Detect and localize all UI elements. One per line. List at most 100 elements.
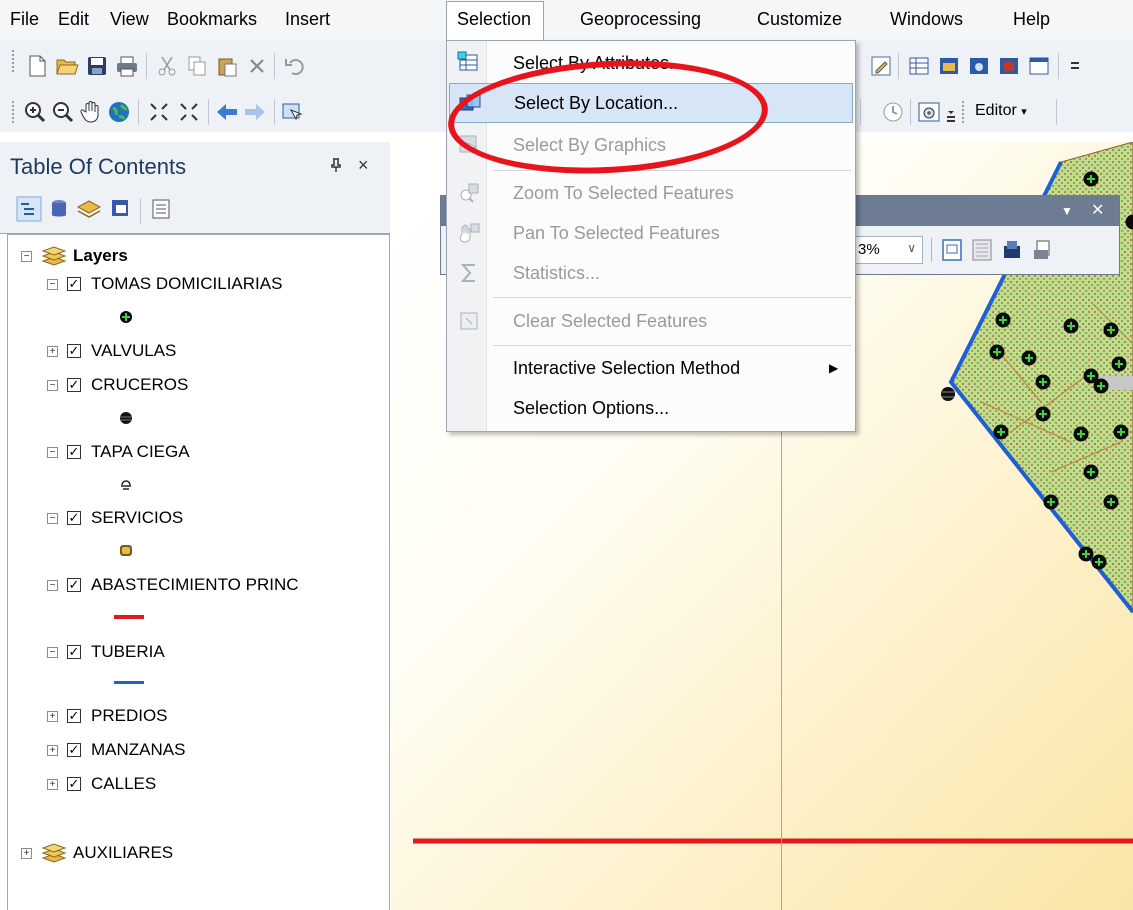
collapse-icon[interactable]: − [47,646,58,658]
toolbar-overflow-icon[interactable] [944,102,958,128]
fixed-zoom-out-icon[interactable] [176,99,202,125]
menu-file[interactable]: File [6,7,43,32]
layer-tomas-domiciliarias[interactable]: − ✓ TOMAS DOMICILIARIAS [47,269,282,299]
layer-tapa-ciega[interactable]: − ✓ TAPA CIEGA [47,437,190,467]
forward-arrow-icon[interactable] [242,99,268,125]
layer-group-layers[interactable]: − Layers [21,241,128,271]
collapse-icon[interactable]: − [47,446,58,458]
layer-visibility-checkbox[interactable]: ✓ [67,709,81,723]
layer-servicios[interactable]: − ✓ SERVICIOS [47,503,183,533]
catalog-icon[interactable] [936,53,962,79]
time-slider-icon[interactable] [880,99,906,125]
cut-icon[interactable] [154,53,180,79]
collapse-icon[interactable]: − [47,379,58,391]
layout-page-icon[interactable] [939,237,965,263]
layer-visibility-checkbox[interactable]: ✓ [67,277,81,291]
layer-visibility-checkbox[interactable]: ✓ [67,344,81,358]
arctoolbox-icon[interactable] [996,53,1022,79]
list-by-selection-icon[interactable] [108,196,134,222]
back-arrow-icon[interactable] [214,99,240,125]
menu-insert[interactable]: Insert [281,7,334,32]
menu-help[interactable]: Help [1009,7,1054,32]
layer-predios[interactable]: + ✓ PREDIOS [47,701,168,731]
attribute-table-icon[interactable] [906,53,932,79]
toolbar-grip[interactable] [12,50,15,72]
layer-visibility-checkbox[interactable]: ✓ [67,511,81,525]
menu-windows[interactable]: Windows [886,7,967,32]
menu-customize[interactable]: Customize [753,7,846,32]
collapse-icon[interactable]: − [21,250,32,262]
search-window-icon[interactable] [966,53,992,79]
layer-valvulas[interactable]: + ✓ VALVULAS [47,336,176,366]
layer-group-auxiliares[interactable]: + AUXILIARES [21,838,173,868]
texture-page-icon[interactable] [969,237,995,263]
service-point-symbol-icon [120,545,132,556]
new-document-icon[interactable] [24,53,50,79]
list-by-source-icon[interactable] [46,196,72,222]
clear-selected-features-item[interactable]: Clear Selected Features [449,301,853,341]
close-icon[interactable]: ✕ [1091,200,1104,220]
pan-to-selected-item[interactable]: Pan To Selected Features [449,213,853,253]
list-by-drawing-order-icon[interactable] [16,196,42,222]
expand-icon[interactable]: + [21,847,32,859]
print-layout-icon[interactable] [1029,237,1055,263]
editor-dropdown[interactable]: Editor ▾ [975,102,1027,120]
layer-abastecimiento-princ[interactable]: − ✓ ABASTECIMIENTO PRINC [47,570,299,600]
menu-bookmarks[interactable]: Bookmarks [163,7,261,32]
expand-icon[interactable]: + [47,744,58,756]
zoom-to-selected-item[interactable]: Zoom To Selected Features [449,173,853,213]
pan-hand-icon[interactable] [78,99,104,125]
create-viewer-icon[interactable] [916,99,942,125]
pin-icon[interactable] [330,158,342,176]
copy-icon[interactable] [184,53,210,79]
layer-tuberia[interactable]: − ✓ TUBERIA [47,637,165,667]
python-window-icon[interactable] [1026,53,1052,79]
black-point-symbol-icon [120,412,132,424]
close-icon[interactable]: × [358,155,369,176]
toolbar-overflow-icon[interactable] [1062,53,1088,79]
editor-pencil-icon[interactable] [868,53,894,79]
list-by-visibility-icon[interactable] [76,196,102,222]
collapse-icon[interactable]: − [47,278,58,290]
layer-cruceros[interactable]: − ✓ CRUCEROS [47,370,188,400]
layer-visibility-checkbox[interactable]: ✓ [67,645,81,659]
layer-calles[interactable]: + ✓ CALLES [47,769,156,799]
interactive-selection-method-item[interactable]: Interactive Selection Method ▶ [449,348,853,388]
layer-label: TOMAS DOMICILIARIAS [91,274,283,293]
collapse-icon[interactable]: − [47,579,58,591]
zoom-in-icon[interactable] [22,99,48,125]
open-folder-icon[interactable] [54,53,80,79]
layer-visibility-checkbox[interactable]: ✓ [67,578,81,592]
zoom-out-icon[interactable] [50,99,76,125]
chevron-down-icon[interactable]: ▼ [1061,204,1073,218]
layer-visibility-checkbox[interactable]: ✓ [67,378,81,392]
paste-icon[interactable] [214,53,240,79]
layer-visibility-checkbox[interactable]: ✓ [67,445,81,459]
undo-icon[interactable] [282,53,308,79]
delete-icon[interactable] [244,53,270,79]
full-extent-globe-icon[interactable] [106,99,132,125]
menu-selection[interactable]: Selection [446,1,545,40]
fixed-zoom-in-icon[interactable] [146,99,172,125]
toolbar-grip[interactable] [962,101,965,123]
layer-visibility-checkbox[interactable]: ✓ [67,743,81,757]
expand-icon[interactable]: + [47,345,58,357]
expand-icon[interactable]: + [47,710,58,722]
expand-icon[interactable]: + [47,778,58,790]
pages-icon[interactable] [999,237,1025,263]
collapse-icon[interactable]: − [47,512,58,524]
menu-view[interactable]: View [106,7,153,32]
statistics-item[interactable]: Statistics... [449,253,853,293]
selection-options-item[interactable]: Selection Options... [449,388,853,428]
zoom-combo[interactable]: 3% ∨ [851,236,923,264]
layer-visibility-checkbox[interactable]: ✓ [67,777,81,791]
toolbar-grip[interactable] [12,101,15,123]
options-icon[interactable] [148,196,174,222]
print-icon[interactable] [114,53,140,79]
layer-manzanas[interactable]: + ✓ MANZANAS [47,735,185,765]
layer-label: CALLES [91,774,157,793]
menu-edit[interactable]: Edit [54,7,93,32]
save-icon[interactable] [84,53,110,79]
menu-geoprocessing[interactable]: Geoprocessing [576,7,705,32]
select-features-icon[interactable] [280,99,306,125]
